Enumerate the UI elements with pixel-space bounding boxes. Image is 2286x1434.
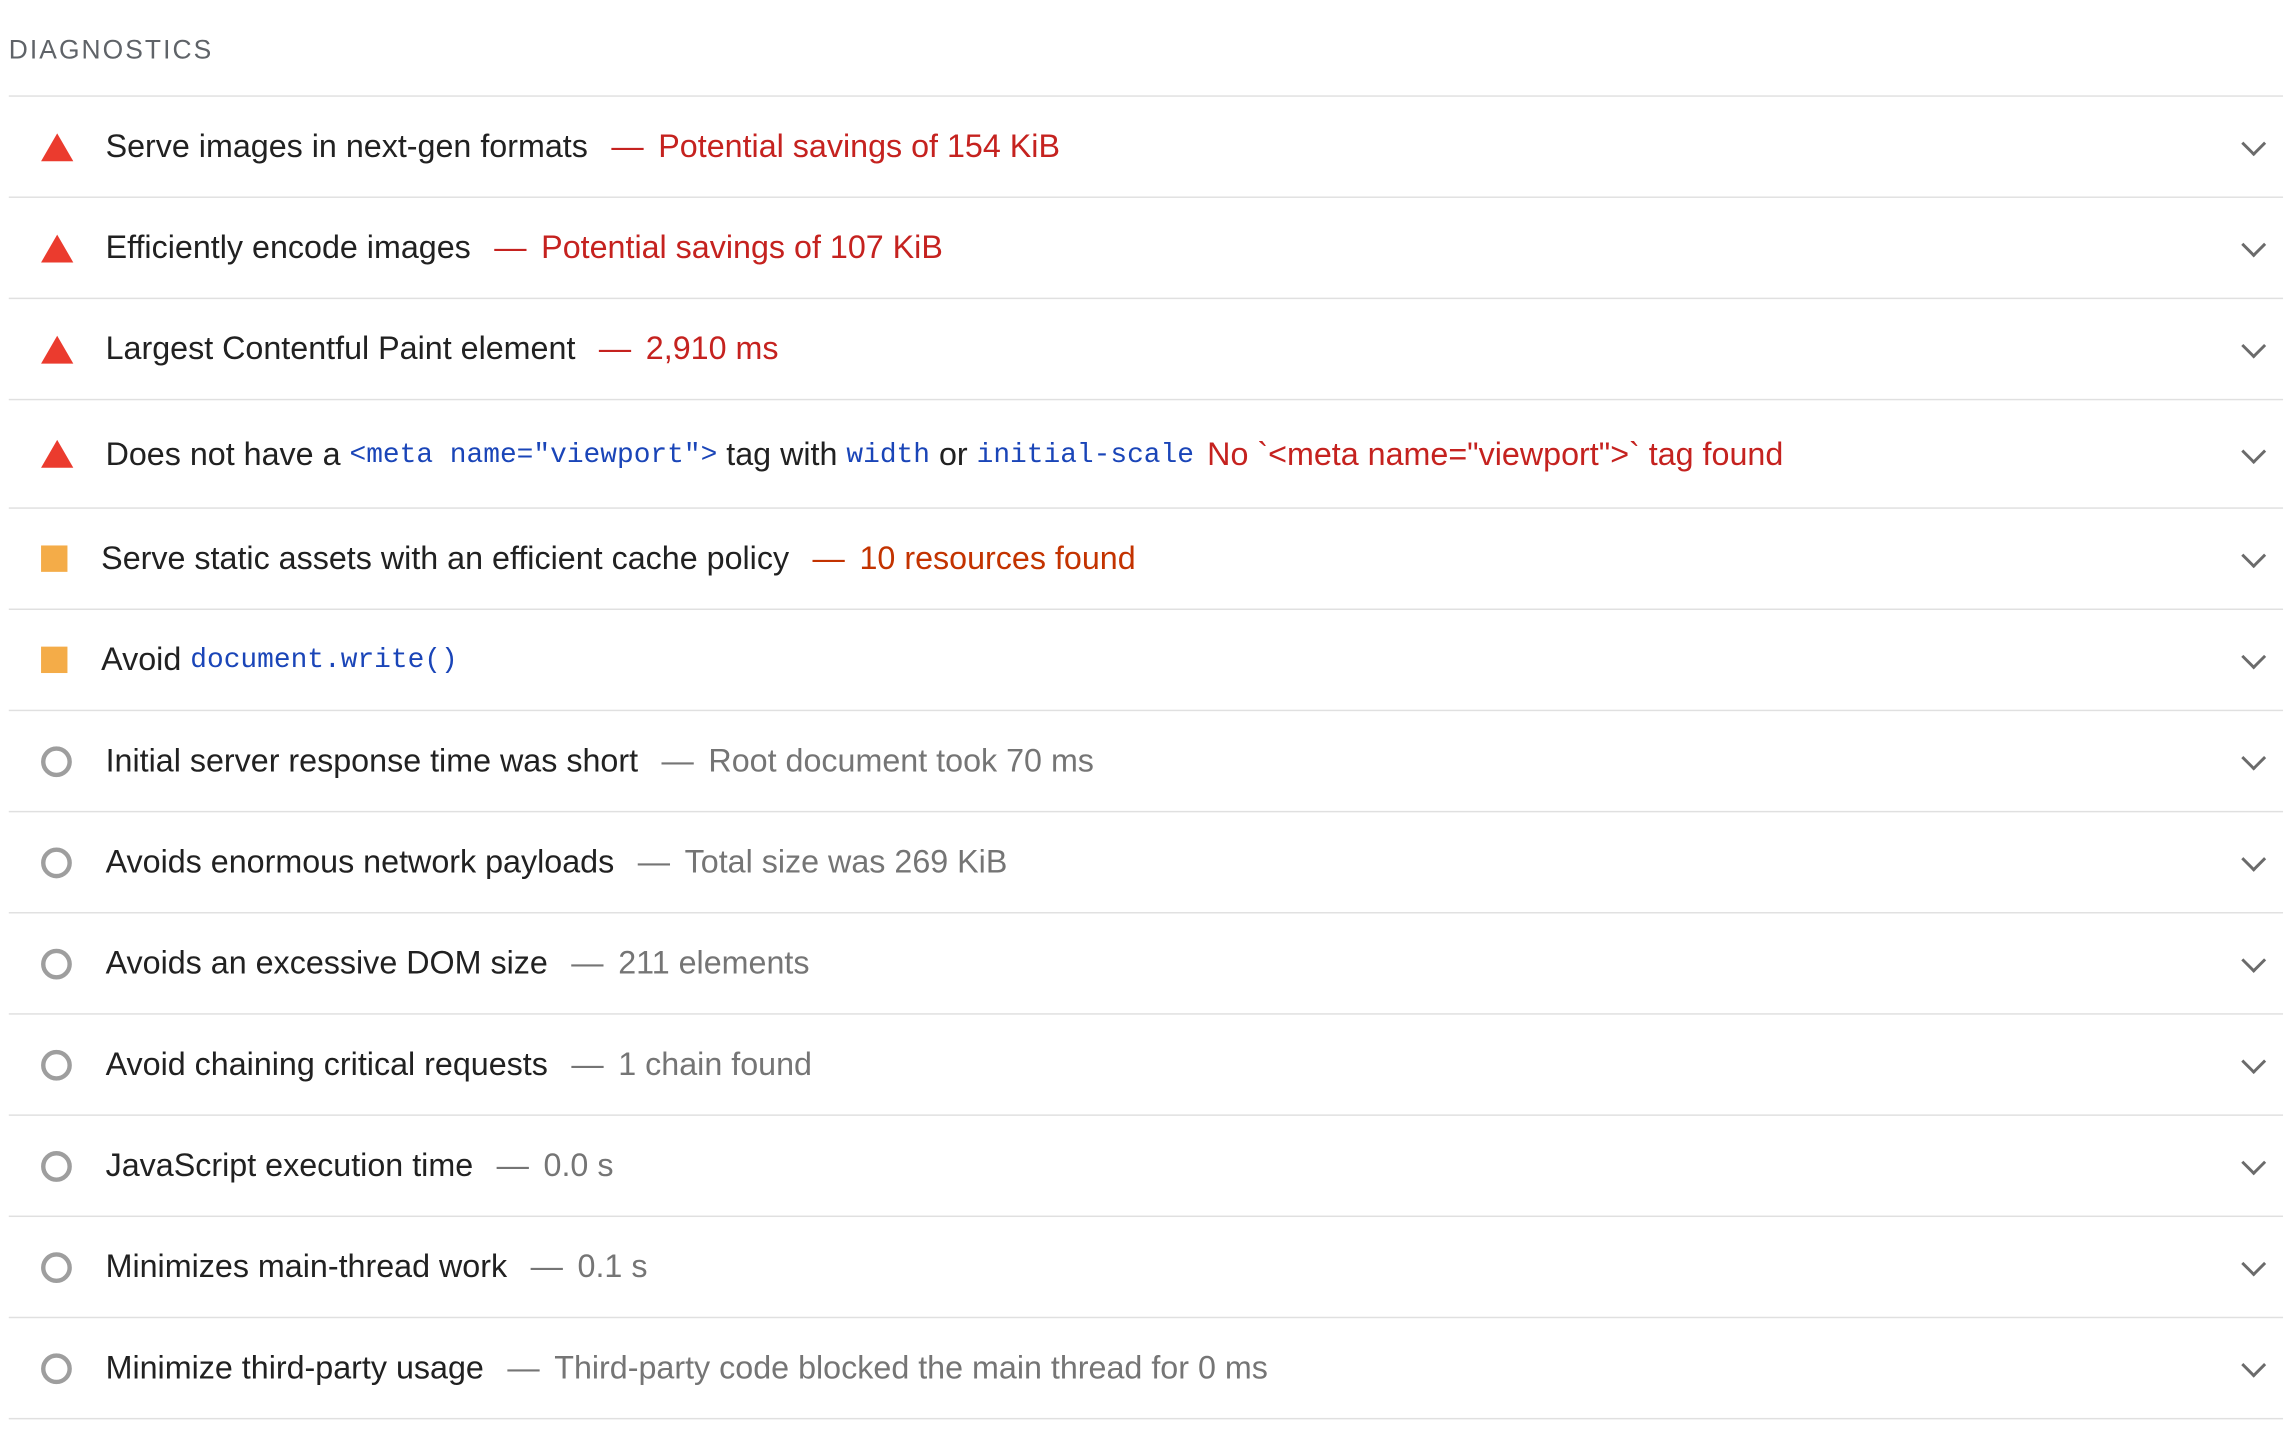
- audit-row-server-response-time[interactable]: Initial server response time was short —…: [8, 711, 2284, 813]
- chevron-down-icon[interactable]: [2241, 543, 2267, 569]
- audit-row-document-write[interactable]: Avoid document.write(): [8, 610, 2284, 712]
- audit-row-third-party-summary[interactable]: Minimize third-party usage — Third-party…: [8, 1318, 2284, 1420]
- audit-separator: —: [571, 944, 604, 981]
- audit-display-value: 0.1 s: [577, 1247, 648, 1285]
- audit-row-network-payloads[interactable]: Avoids enormous network payloads — Total…: [8, 812, 2284, 914]
- gray-circle-icon: [41, 745, 72, 777]
- gray-circle-icon: [41, 1352, 72, 1384]
- audit-separator: —: [496, 1146, 529, 1184]
- gray-circle-icon: [41, 1150, 72, 1182]
- gray-circle-icon: [41, 1049, 72, 1080]
- audit-display-value: 1 chain found: [618, 1045, 812, 1083]
- chevron-down-icon[interactable]: [2241, 1150, 2267, 1176]
- red-triangle-icon: [41, 233, 74, 262]
- audit-display-value: Total size was 269 KiB: [684, 843, 1008, 880]
- red-triangle-icon: [41, 439, 74, 468]
- code-document-write: document.write(): [190, 643, 458, 676]
- audit-separator: —: [611, 127, 644, 165]
- audit-title: Avoids enormous network payloads: [105, 843, 615, 880]
- audit-row-mainthread-work[interactable]: Minimizes main-thread work — 0.1 s: [8, 1217, 2284, 1319]
- code-initial-scale: initial-scale: [976, 437, 1194, 470]
- section-title: DIAGNOSTICS: [8, 35, 214, 65]
- audit-row-critical-request-chains[interactable]: Avoid chaining critical requests — 1 cha…: [8, 1015, 2284, 1116]
- audit-display-value: Potential savings of 154 KiB: [658, 127, 1060, 165]
- audit-list: Serve images in next-gen formats — Poten…: [8, 95, 2284, 1420]
- chevron-down-icon[interactable]: [2241, 438, 2267, 464]
- audit-row-bootup-time[interactable]: JavaScript execution time — 0.0 s: [8, 1116, 2284, 1218]
- audit-separator: —: [571, 1045, 604, 1083]
- audit-display-value: No `<meta name="viewport">` tag found: [1207, 434, 1784, 472]
- chevron-down-icon[interactable]: [2241, 1352, 2267, 1378]
- chevron-down-icon[interactable]: [2241, 947, 2267, 973]
- audit-row-optimized-images[interactable]: Efficiently encode images — Potential sa…: [8, 198, 2284, 300]
- audit-title: Largest Contentful Paint element: [105, 329, 576, 367]
- chevron-down-icon[interactable]: [2241, 1049, 2267, 1075]
- red-triangle-icon: [41, 335, 74, 363]
- audit-row-lcp-element[interactable]: Largest Contentful Paint element — 2,910…: [8, 299, 2284, 401]
- audit-display-value: 0.0 s: [543, 1146, 614, 1184]
- audit-title: Serve static assets with an efficient ca…: [101, 539, 790, 577]
- code-meta-viewport: <meta name="viewport">: [349, 437, 718, 470]
- audit-title: Avoid chaining critical requests: [105, 1045, 548, 1083]
- audit-title-prefix: Does not have a: [105, 434, 350, 472]
- audit-display-value: Third-party code blocked the main thread…: [554, 1348, 1268, 1386]
- chevron-down-icon[interactable]: [2241, 333, 2267, 359]
- audit-title: Efficiently encode images: [105, 228, 471, 266]
- audit-row-viewport[interactable]: Does not have a <meta name="viewport"> t…: [8, 400, 2284, 509]
- audit-separator: —: [507, 1348, 540, 1386]
- chevron-down-icon[interactable]: [2241, 644, 2267, 670]
- orange-square-icon: [41, 545, 68, 572]
- audit-title-mid: or: [930, 434, 977, 472]
- audit-title: Initial server response time was short: [105, 741, 639, 779]
- audit-separator: —: [530, 1247, 563, 1285]
- diagnostics-panel: DIAGNOSTICS Serve images in next-gen for…: [0, 0, 2286, 1420]
- audit-separator: —: [812, 539, 845, 577]
- audit-title: Serve images in next-gen formats: [105, 127, 588, 165]
- audit-display-value: 10 resources found: [859, 539, 1136, 577]
- chevron-down-icon[interactable]: [2241, 1251, 2267, 1277]
- audit-row-modern-image-formats[interactable]: Serve images in next-gen formats — Poten…: [8, 97, 2284, 198]
- gray-circle-icon: [41, 846, 72, 878]
- chevron-down-icon[interactable]: [2241, 131, 2267, 157]
- gray-circle-icon: [41, 947, 72, 979]
- audit-row-dom-size[interactable]: Avoids an excessive DOM size — 211 eleme…: [8, 914, 2284, 1015]
- audit-title: JavaScript execution time: [105, 1146, 474, 1184]
- gray-circle-icon: [41, 1251, 72, 1283]
- audit-title-prefix: Avoid: [101, 640, 191, 678]
- audit-title: Minimize third-party usage: [105, 1348, 484, 1386]
- audit-title: Avoids an excessive DOM size: [105, 944, 548, 981]
- audit-display-value: Root document took 70 ms: [708, 741, 1094, 779]
- audit-separator: —: [494, 228, 527, 266]
- audit-separator: —: [598, 329, 632, 367]
- audit-separator: —: [637, 843, 670, 880]
- audit-separator: —: [661, 741, 694, 779]
- audit-row-cache-policy[interactable]: Serve static assets with an efficient ca…: [8, 509, 2284, 610]
- audit-display-value: 2,910 ms: [645, 329, 779, 367]
- chevron-down-icon[interactable]: [2241, 232, 2267, 258]
- orange-square-icon: [41, 646, 68, 674]
- audit-title: Minimizes main-thread work: [105, 1247, 508, 1285]
- audit-display-value: Potential savings of 107 KiB: [541, 228, 943, 266]
- code-width: width: [846, 437, 931, 470]
- chevron-down-icon[interactable]: [2241, 745, 2267, 771]
- audit-title-mid: tag with: [717, 434, 847, 472]
- audit-display-value: 211 elements: [618, 944, 810, 981]
- chevron-down-icon[interactable]: [2241, 846, 2267, 872]
- red-triangle-icon: [41, 132, 74, 161]
